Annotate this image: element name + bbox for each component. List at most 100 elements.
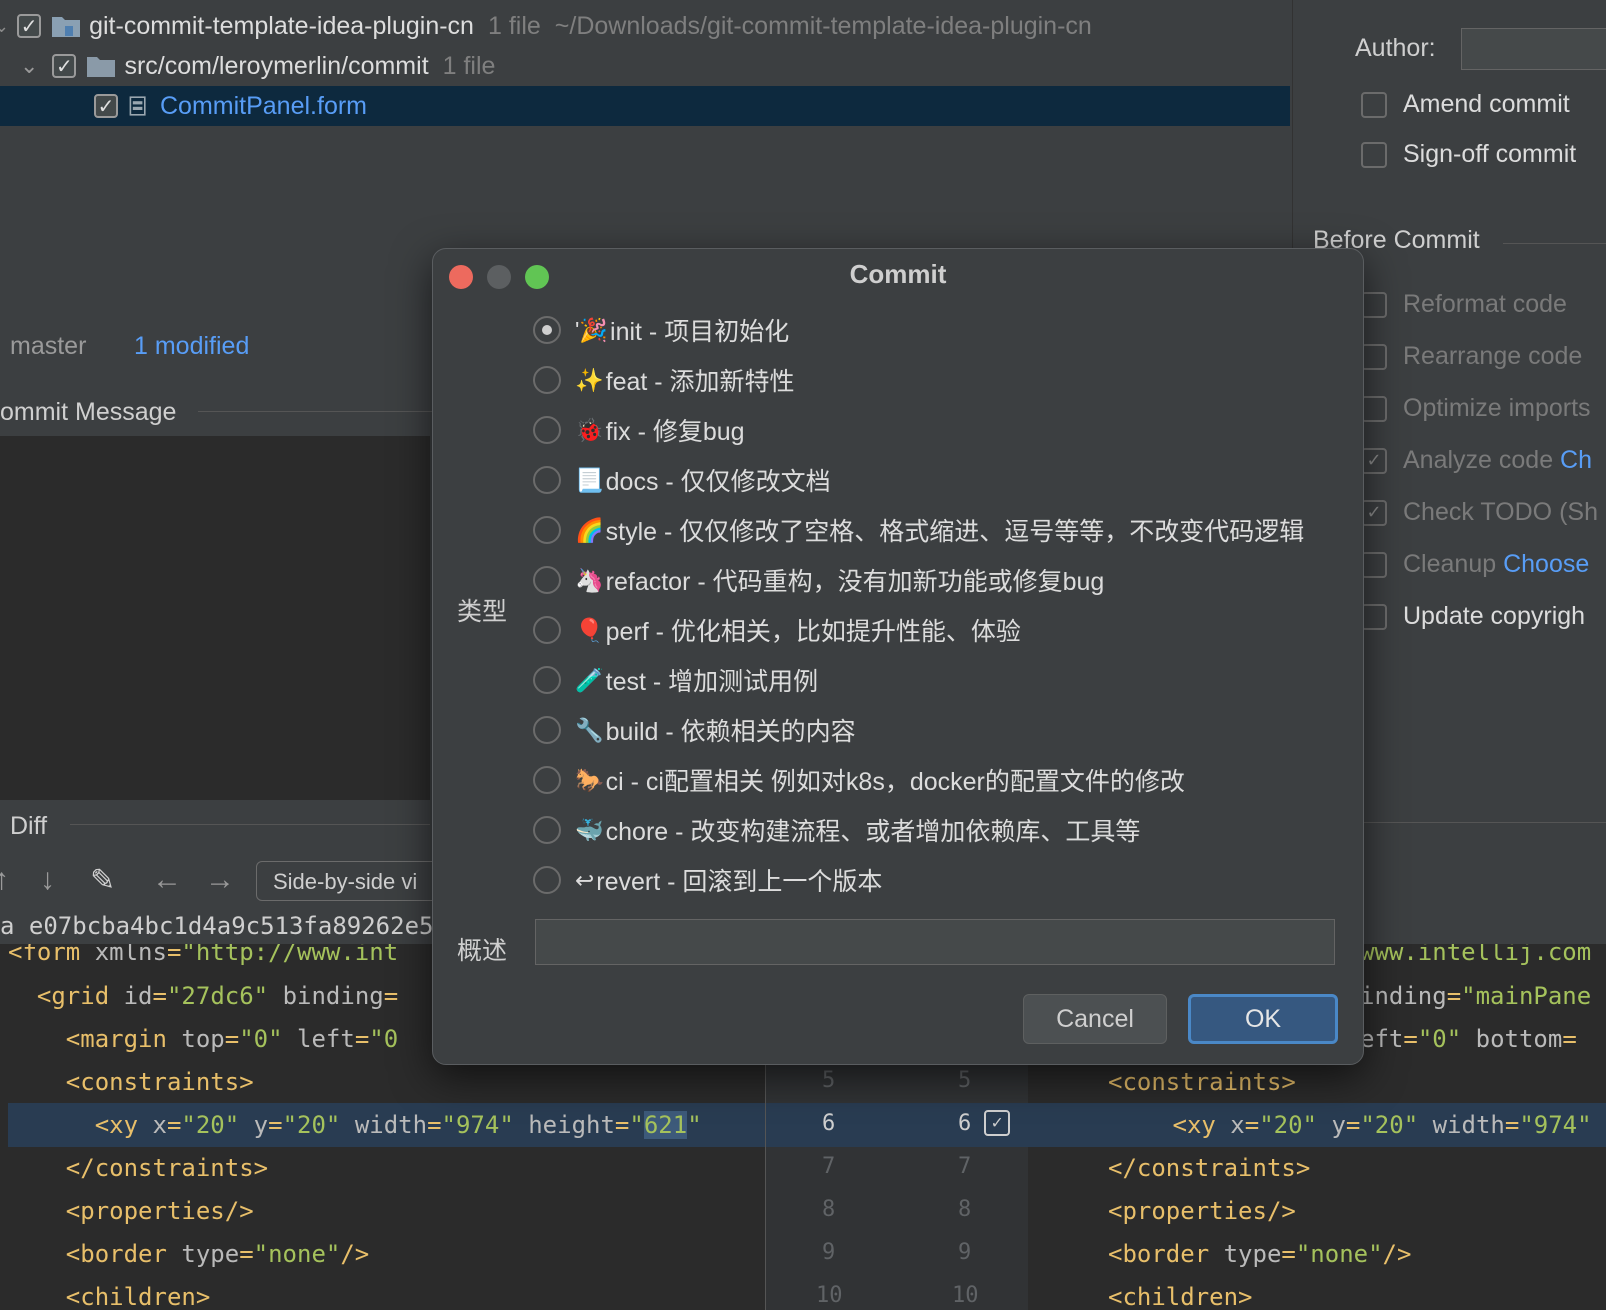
folder-icon <box>87 57 116 77</box>
radio-button[interactable] <box>533 316 561 344</box>
vcs-status-bar: master 1 modified <box>0 326 430 370</box>
optimize-imports-checkbox[interactable]: Optimize imports <box>1361 394 1591 423</box>
branch-name[interactable]: master <box>10 332 86 361</box>
commit-type-option[interactable]: 🌈 style - 仅仅修改了空格、格式缩进、逗号等等，不改变代码逻辑 <box>533 507 1304 553</box>
radio-button[interactable] <box>533 666 561 694</box>
type-option-label: chore - 改变构建流程、或者增加依赖库、工具等 <box>605 818 1141 846</box>
option-label: Check TODO (Sh <box>1403 498 1598 526</box>
modified-count-link[interactable]: 1 modified <box>134 332 249 361</box>
file-path: ~/Downloads/git-commit-template-idea-plu… <box>554 11 1092 40</box>
line-number: 9 <box>822 1240 836 1265</box>
include-change-checkbox[interactable]: ✓ <box>984 1110 1010 1136</box>
signoff-commit-checkbox[interactable]: Sign-off commit <box>1361 140 1576 169</box>
edit-icon[interactable]: ✎ <box>90 863 115 898</box>
tree-row-project[interactable]: ⌄ ✓ git-commit-template-idea-plugin-cn 1… <box>0 6 1290 46</box>
option-label: Amend commit <box>1403 90 1570 118</box>
type-option-label: build - 依赖相关的内容 <box>605 718 856 746</box>
commit-message-title: ommit Message <box>0 398 177 426</box>
radio-button[interactable] <box>533 366 561 394</box>
commit-type-dialog: Commit 类型 '🎉 init - 项目初始化 ✨ feat - 添加新特性 🐞 fi… <box>432 248 1364 1065</box>
commit-type-option[interactable]: 📃 docs - 仅仅修改文档 <box>533 457 831 503</box>
checkbox[interactable] <box>1361 141 1387 168</box>
ok-button[interactable]: OK <box>1188 994 1338 1044</box>
update-copyright-checkbox[interactable]: Update copyrigh <box>1361 602 1585 631</box>
commit-type-option[interactable]: '🎉 init - 项目初始化 <box>533 307 789 353</box>
summary-input[interactable] <box>535 919 1335 965</box>
commit-type-option[interactable]: 🦄 refactor - 代码重构，没有加新功能或修复bug <box>533 557 1104 603</box>
type-emoji-icon: 🌈 <box>575 516 604 543</box>
line-number: 9 <box>958 1240 972 1265</box>
checkbox[interactable]: ✓ <box>52 54 77 78</box>
file-count: 1 file <box>442 51 496 80</box>
checkbox[interactable] <box>1361 603 1387 630</box>
analyze-code-checkbox[interactable]: ✓ Analyze code Ch <box>1361 446 1592 475</box>
tree-row-file[interactable]: ✓ CommitPanel.form <box>0 86 1290 126</box>
arrow-left-icon[interactable]: ← <box>152 863 182 897</box>
type-option-label: perf - 优化相关，比如提升性能、体验 <box>605 618 1021 646</box>
arrow-down-icon[interactable]: ↓ <box>40 863 55 897</box>
tree-row-package[interactable]: ⌄ ✓ src/com/leroymerlin/commit 1 file <box>0 46 1290 86</box>
radio-button[interactable] <box>533 866 561 894</box>
type-option-label: feat - 添加新特性 <box>605 368 795 396</box>
checkbox[interactable]: ✓ <box>1361 447 1387 474</box>
commit-type-option[interactable]: ✨ feat - 添加新特性 <box>533 357 795 403</box>
type-emoji-icon: 🧪 <box>575 666 604 693</box>
type-option-label: docs - 仅仅修改文档 <box>605 468 831 496</box>
radio-button[interactable] <box>533 766 561 794</box>
configure-link[interactable]: Ch <box>1560 446 1592 475</box>
radio-button[interactable] <box>533 466 561 494</box>
commit-message-editor[interactable] <box>0 436 430 800</box>
rearrange-code-checkbox[interactable]: Rearrange code <box>1361 342 1582 371</box>
diff-title: Diff <box>10 812 48 840</box>
radio-button[interactable] <box>533 716 561 744</box>
radio-button[interactable] <box>533 816 561 844</box>
line-number: 6 <box>822 1111 836 1136</box>
commit-message-header: ommit Message <box>0 390 438 434</box>
checkbox[interactable]: ✓ <box>94 94 118 118</box>
commit-type-option[interactable]: 🔧 build - 依赖相关的内容 <box>533 707 856 753</box>
type-option-label: refactor - 代码重构，没有加新功能或修复bug <box>605 568 1105 596</box>
commit-type-option[interactable]: 🎈 perf - 优化相关，比如提升性能、体验 <box>533 607 1021 653</box>
checkbox[interactable] <box>1361 91 1387 118</box>
amend-commit-checkbox[interactable]: Amend commit <box>1361 90 1570 119</box>
type-emoji-icon: '🎉 <box>575 316 609 343</box>
option-label: Sign-off commit <box>1403 140 1577 168</box>
commit-type-option[interactable]: 🧪 test - 增加测试用例 <box>533 657 818 703</box>
author-input[interactable] <box>1461 28 1606 70</box>
reformat-code-checkbox[interactable]: Reformat code <box>1361 290 1567 319</box>
code-line: <border type="none"/> <box>65 1240 370 1268</box>
code-line: <constraints> <box>65 1068 254 1096</box>
commit-type-option[interactable]: 🐞 fix - 修复bug <box>533 407 745 453</box>
commit-type-option[interactable]: ↩ revert - 回滚到上一个版本 <box>533 857 882 903</box>
checkbox[interactable] <box>1361 551 1387 578</box>
checkbox[interactable]: ✓ <box>17 14 42 38</box>
code-line-changed: <xy x="20" y="20" width="974" height="62… <box>8 1103 765 1147</box>
type-emoji-icon: 🐎 <box>575 766 604 793</box>
checkbox[interactable] <box>1361 343 1387 370</box>
chevron-down-icon[interactable]: ⌄ <box>0 16 9 37</box>
cleanup-checkbox[interactable]: Cleanup Choose <box>1361 550 1589 579</box>
separator <box>198 411 438 412</box>
radio-button[interactable] <box>533 416 561 444</box>
radio-button[interactable] <box>533 616 561 644</box>
chevron-down-icon[interactable]: ⌄ <box>20 53 38 79</box>
radio-button[interactable] <box>533 566 561 594</box>
commit-hash: a e07bcba4bc1d4a9c513fa89262e5 <box>0 912 434 940</box>
checkbox[interactable] <box>1361 395 1387 422</box>
checkbox[interactable]: ✓ <box>1361 499 1387 526</box>
checkbox[interactable] <box>1361 291 1387 318</box>
arrow-right-icon[interactable]: → <box>205 863 235 897</box>
line-number: 5 <box>958 1068 972 1093</box>
author-label: Author: <box>1355 34 1436 62</box>
radio-button[interactable] <box>533 516 561 544</box>
check-todo-checkbox[interactable]: ✓ Check TODO (Sh <box>1361 498 1598 527</box>
choose-profile-link[interactable]: Choose <box>1503 550 1589 579</box>
cancel-button[interactable]: Cancel <box>1023 994 1167 1044</box>
line-number: 6 <box>958 1111 972 1136</box>
code-line: <form xmlns="http://www.int <box>8 944 399 966</box>
option-label: Rearrange code <box>1403 342 1583 370</box>
commit-type-option[interactable]: 🐎 ci - ci配置相关 例如对k8s，docker的配置文件的修改 <box>533 757 1185 803</box>
commit-type-option[interactable]: 🐳 chore - 改变构建流程、或者增加依赖库、工具等 <box>533 807 1140 853</box>
arrow-up-icon[interactable]: ↑ <box>0 863 9 897</box>
form-file-icon <box>129 96 146 116</box>
